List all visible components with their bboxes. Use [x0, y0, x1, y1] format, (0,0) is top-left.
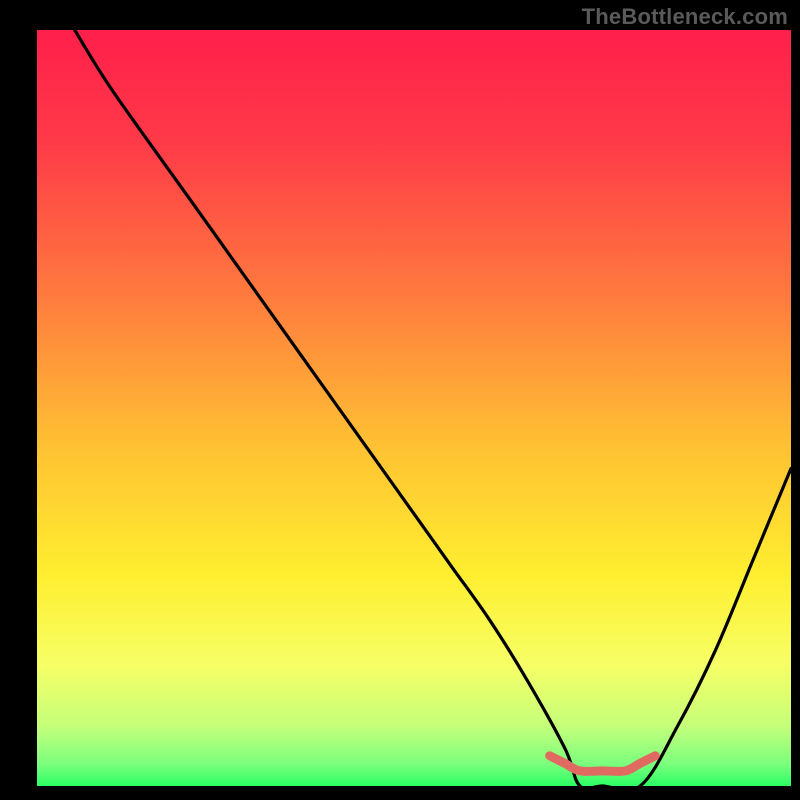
chart-frame: TheBottleneck.com [0, 0, 800, 800]
bottleneck-chart [0, 0, 800, 800]
